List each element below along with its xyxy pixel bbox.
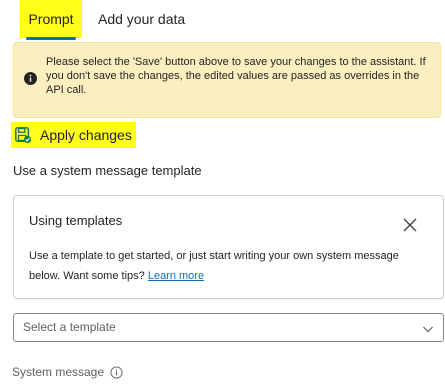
info-filled-icon bbox=[24, 72, 37, 85]
apply-changes-button[interactable]: Apply changes bbox=[11, 122, 136, 148]
template-select-placeholder: Select a template bbox=[23, 320, 116, 334]
close-icon[interactable] bbox=[401, 216, 419, 234]
warning-banner: Please select the 'Save' button above to… bbox=[13, 42, 441, 118]
card-title: Using templates bbox=[29, 213, 123, 228]
system-message-label: System message bbox=[12, 365, 123, 379]
templates-info-card: Using templates Use a template to get st… bbox=[13, 195, 444, 299]
chevron-down-icon bbox=[423, 326, 433, 333]
tab-prompt[interactable]: Prompt bbox=[20, 0, 82, 40]
tab-add-your-data-label: Add your data bbox=[98, 11, 186, 27]
tab-add-your-data[interactable]: Add your data bbox=[98, 0, 185, 38]
learn-more-link[interactable]: Learn more bbox=[148, 270, 204, 282]
info-icon[interactable] bbox=[110, 365, 123, 379]
apply-changes-label: Apply changes bbox=[40, 127, 132, 143]
card-body-text: Use a template to get started, or just s… bbox=[29, 250, 399, 282]
template-select[interactable]: Select a template bbox=[13, 313, 444, 342]
section-title: Use a system message template bbox=[13, 163, 202, 178]
tab-selected-indicator bbox=[26, 37, 76, 40]
banner-message: Please select the 'Save' button above to… bbox=[46, 56, 426, 96]
tab-list: Prompt Add your data bbox=[0, 0, 445, 42]
save-icon bbox=[15, 127, 32, 144]
system-message-text: System message bbox=[12, 365, 105, 379]
tab-prompt-label: Prompt bbox=[28, 11, 74, 27]
card-body: Use a template to get started, or just s… bbox=[29, 246, 409, 286]
